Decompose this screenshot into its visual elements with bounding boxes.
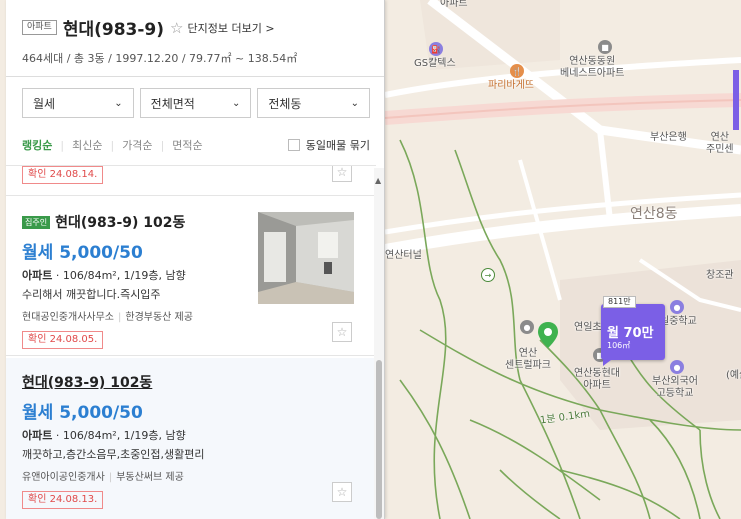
listing-price: 월세 5,000/50 — [22, 243, 143, 263]
divider: | — [108, 472, 113, 483]
complex-info: 464세대 / 총 3동 / 1997.12.20 / 79.77㎡ ~ 138… — [22, 52, 298, 65]
divider: | — [110, 138, 115, 152]
owner-badge: 집주인 — [22, 215, 51, 229]
deal-type-select[interactable]: 월세 ⌄ — [22, 88, 134, 118]
divider: | — [160, 138, 165, 152]
group-label: 동일매물 묶기 — [305, 139, 370, 152]
confirm-date: 확인 24.08.13. — [22, 491, 104, 509]
map-label-dongwon: 연산동동원 베네스트아파트 — [560, 56, 625, 79]
map-label-jochon: 창조관 — [706, 270, 734, 281]
scroll-up-icon[interactable]: ▲ — [375, 176, 381, 185]
group-same-listings[interactable]: 동일매물 묶기 — [287, 137, 370, 153]
map-label-hyundai-apt: 연산동현대 아파트 — [574, 368, 620, 391]
listing-description: 수리해서 깨끗합니다.즉시입주 — [22, 288, 161, 301]
map-label-gs: GS칼텍스 — [414, 58, 456, 69]
scroll-thumb[interactable] — [376, 360, 382, 519]
favorite-star-icon[interactable]: ☆ — [332, 322, 352, 342]
source-name: 부동산써브 제공 — [116, 472, 184, 483]
complex-info-link[interactable]: 단지정보 더보기 > — [188, 20, 275, 36]
map-label-paris: 파리바게뜨 — [488, 80, 534, 91]
favorite-star-icon[interactable]: ☆ — [332, 482, 352, 502]
complex-name: 현대(983-9) — [62, 20, 165, 40]
listing-description: 깨끗하고,층간소음무,초중인접,생활편리 — [22, 448, 205, 461]
list-item[interactable]: 집주인 현대(983-9) 102동 월세 5,000/50 아파트 · 106… — [6, 196, 376, 356]
price-marker-tag: 811만 — [603, 296, 636, 308]
area-value: 전체면적 — [150, 96, 195, 111]
bakery-icon[interactable]: 🍴 — [510, 64, 524, 78]
gas-station-icon[interactable]: ⛽ — [429, 42, 443, 56]
listing-spec-type: 아파트 — [22, 429, 53, 442]
map-label-ilchung: 일중학교 — [660, 316, 697, 327]
deal-type-value: 월세 — [33, 96, 56, 111]
school-icon[interactable]: ● — [670, 300, 684, 314]
building-icon[interactable]: ■ — [598, 40, 612, 54]
list-item[interactable]: 현대(983-9) 102동 월세 5,000/50 아파트 · 106/84m… — [6, 358, 376, 519]
map-label-foreign-school: 부산외국어 고등학교 — [652, 376, 698, 399]
sort-area[interactable]: 면적순 — [172, 137, 202, 153]
complex-header: 아파트 현대(983-9) ☆ 단지정보 더보기 > 464세대 / 총 3동 … — [6, 0, 384, 77]
room-photo — [258, 212, 354, 304]
map-label-centro: 연산 센트럴파크 — [505, 348, 551, 371]
chevron-down-icon: ⌄ — [231, 97, 241, 109]
favorite-star-icon[interactable]: ☆ — [170, 19, 183, 37]
map-label-ye: (예술 — [726, 370, 741, 381]
listing-price: 월세 5,000/50 — [22, 403, 143, 423]
filter-bar: 월세 ⌄ 전체면적 ⌄ 전체동 ⌄ — [22, 88, 371, 118]
map-label-dong8: 연산8동 — [630, 206, 678, 222]
list-scrollbar[interactable]: ▲ — [374, 168, 384, 519]
chevron-down-icon: ⌄ — [114, 97, 123, 109]
location-pin-icon[interactable] — [538, 322, 558, 348]
map-label-busan-bank: 부산은행 — [650, 132, 687, 143]
school-icon-2[interactable]: ● — [670, 360, 684, 374]
type-badge: 아파트 — [22, 20, 57, 35]
listing-title[interactable]: 현대(983-9) 102동 — [55, 212, 185, 232]
price-marker-tail — [603, 360, 611, 366]
favorite-star-icon[interactable]: ☆ — [332, 166, 352, 182]
area-select[interactable]: 전체면적 ⌄ — [139, 88, 252, 118]
chevron-down-icon: ⌄ — [350, 97, 360, 109]
map-label-tunnel: 연산터널 — [385, 250, 422, 261]
confirm-date: 확인 24.08.05. — [22, 331, 104, 349]
listing-panel: 아파트 현대(983-9) ☆ 단지정보 더보기 > 464세대 / 총 3동 … — [6, 0, 385, 519]
listing-agent: 현대공인중개사사무소 | 한경부동산 제공 — [22, 308, 252, 323]
listing-spec-detail: · 106/84m², 1/19층, 남향 — [52, 269, 186, 282]
listing-spec-detail: · 106/84m², 1/19층, 남향 — [52, 429, 186, 442]
listing-agent: 유앤아이공인중개사 | 부동산써브 제공 — [22, 468, 322, 483]
listing-spec: 아파트 · 106/84m², 1/19층, 남향 — [22, 267, 252, 283]
arrow-right-icon[interactable]: → — [481, 268, 495, 282]
map-label-apartment: 아파트 — [440, 0, 468, 9]
list-item[interactable]: 확인 24.08.14. ☆ — [6, 166, 376, 196]
map-label-center: 연산 주민센 — [706, 132, 734, 155]
sort-bar: 랭킹순 | 최신순 | 가격순 | 면적순 동일매물 묶기 — [22, 137, 370, 153]
agent-name[interactable]: 유앤아이공인중개사 — [22, 472, 105, 483]
listing-photo[interactable] — [258, 212, 354, 304]
dong-select[interactable]: 전체동 ⌄ — [257, 88, 371, 118]
price-marker-area: 106㎡ — [607, 341, 631, 350]
park-icon[interactable]: ● — [520, 320, 534, 334]
listing-list[interactable]: 확인 24.08.14. ☆ 집주인 현대(983-9) 102동 월세 5,0… — [6, 165, 376, 519]
listing-title[interactable]: 현대(983-9) 102동 — [22, 372, 152, 392]
dong-value: 전체동 — [268, 96, 302, 111]
listing-spec-type: 아파트 — [22, 269, 53, 282]
listing-spec: 아파트 · 106/84m², 1/19층, 남향 — [22, 427, 322, 443]
price-marker-price: 월 70만 — [607, 326, 654, 341]
divider: | — [118, 312, 122, 323]
price-marker[interactable]: 811만 월 70만 106㎡ — [601, 296, 665, 366]
sort-ranking[interactable]: 랭킹순 — [22, 137, 52, 153]
group-checkbox[interactable] — [287, 139, 300, 151]
divider: | — [60, 138, 65, 152]
sort-latest[interactable]: 최신순 — [72, 137, 102, 153]
agent-name[interactable]: 현대공인중개사사무소 — [22, 312, 114, 323]
confirm-date: 확인 24.08.14. — [22, 166, 104, 184]
map-label-yeonil: 연일초 — [574, 322, 602, 333]
source-name: 한경부동산 제공 — [125, 312, 193, 323]
sort-price[interactable]: 가격순 — [122, 137, 152, 153]
